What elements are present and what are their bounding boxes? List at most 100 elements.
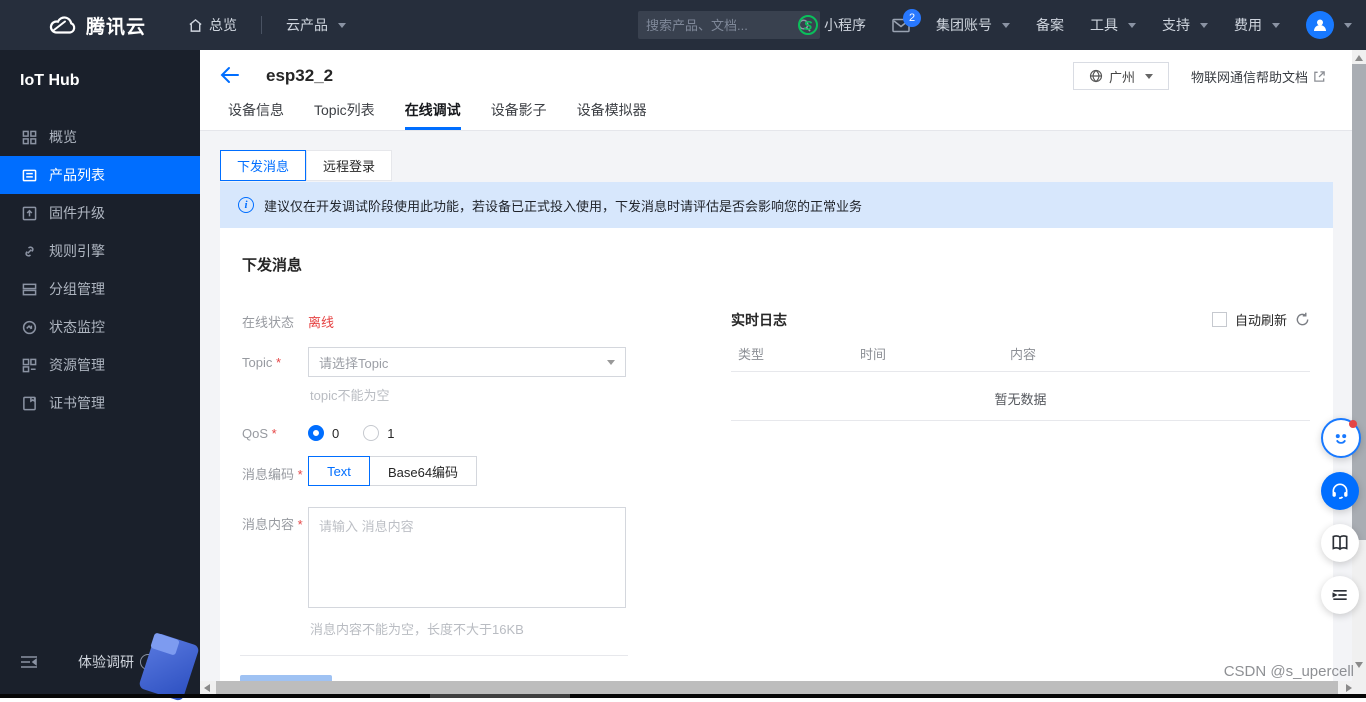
log-col-type: 类型 [738,347,765,362]
refresh-icon[interactable] [1295,312,1310,327]
tab-topic-list[interactable]: Topic列表 [314,96,375,130]
qos1-radio[interactable] [363,425,380,441]
content-area: 下发消息 远程登录 i 建议仅在开发调试阶段使用此功能，若设备已正式投入使用，下… [200,131,1352,698]
sidebar-item-rule-engine[interactable]: 规则引擎 [0,232,200,270]
sidebar-item-group-management[interactable]: 分组管理 [0,270,200,308]
scroll-up-arrow[interactable] [1355,55,1363,61]
bottom-bar [0,694,1366,698]
qos-label: QoS [242,426,277,441]
horizontal-scrollbar[interactable] [200,681,1366,695]
qos0-radio[interactable] [308,425,324,441]
encoding-text-button[interactable]: Text [308,456,370,486]
documentation-button[interactable] [1321,524,1359,562]
sidebar: IoT Hub 概览 产品列表 固件升级 规则引擎 分组管理 状态监控 资源管理 [0,50,200,702]
blocks-icon [22,358,37,372]
divider [261,16,263,34]
tencent-cloud-logo[interactable]: 腾讯云 [48,12,146,39]
message-content-hint: 消息内容不能为空，长度不大于16KB [310,622,524,637]
nav-billing[interactable]: 费用 [1234,15,1280,35]
nav-group-account[interactable]: 集团账号 [936,15,1010,35]
chevron-down-icon [1200,22,1208,28]
encoding-label: 消息编码 [242,464,303,483]
encoding-base64-button[interactable]: Base64编码 [369,456,477,486]
feedback-list-button[interactable] [1321,576,1359,614]
qos0-label: 0 [332,425,340,441]
sidebar-title: IoT Hub [20,72,80,89]
log-col-time: 时间 [860,347,887,362]
help-doc-link[interactable]: 物联网通信帮助文档 [1191,67,1326,86]
subtab-send-message[interactable]: 下发消息 [220,150,307,181]
headset-icon [1332,483,1348,499]
auto-refresh-label: 自动刷新 [1235,313,1288,328]
sidebar-item-certificate-management[interactable]: 证书管理 [0,384,200,422]
home-icon [188,18,203,33]
chevron-down-icon [607,359,615,365]
sidebar-item-product-list[interactable]: 产品列表 [0,156,200,194]
region-selector[interactable]: 广州 [1072,62,1169,90]
chevron-down-icon [1128,22,1136,28]
certificate-icon [23,396,36,410]
info-icon: i [238,197,254,213]
auto-refresh-checkbox[interactable] [1212,312,1227,327]
watermark: CSDN @s_upercell [1223,663,1354,680]
realtime-log-title: 实时日志 [731,312,787,328]
search-box[interactable] [638,11,820,39]
nav-account[interactable] [1306,11,1352,39]
nav-record[interactable]: 备案 [1036,15,1064,35]
nav-tools[interactable]: 工具 [1090,15,1136,35]
nav-support[interactable]: 支持 [1162,15,1208,35]
avatar [1306,11,1334,39]
back-icon[interactable] [220,66,240,84]
sidebar-item-resource-management[interactable]: 资源管理 [0,346,200,384]
device-title: esp32_2 [266,66,334,85]
divider [731,420,1310,421]
feedback-smiley-button[interactable] [1321,418,1361,458]
sidebar-item-overview[interactable]: 概览 [0,118,200,156]
scroll-down-arrow[interactable] [1355,662,1363,668]
mini-program-icon: S [798,15,818,35]
nav-overview[interactable]: 总览 [188,15,237,35]
horizontal-scrollbar-thumb[interactable] [216,681,1338,695]
notification-badge: 2 [903,8,921,27]
subtab-remote-login[interactable]: 远程登录 [306,150,393,181]
sidebar-item-firmware-upgrade[interactable]: 固件升级 [0,194,200,232]
globe-icon [1089,69,1103,83]
upload-icon [22,206,37,220]
tab-device-info[interactable]: 设备信息 [228,96,284,130]
tab-device-shadow[interactable]: 设备影子 [491,96,547,130]
brand-text: 腾讯云 [86,16,147,38]
scroll-left-arrow[interactable] [204,684,210,692]
list-menu-icon [1332,590,1347,600]
customer-service-button[interactable] [1321,472,1359,510]
book-icon [1332,535,1348,551]
monitor-icon [22,320,37,334]
chevron-down-icon [338,22,347,28]
topic-error-text: topic不能为空 [310,388,390,403]
divider [240,655,628,656]
message-content-input[interactable] [308,507,626,608]
main-area: esp32_2 广州 物联网通信帮助文档 设备信息 Topic列表 在线调试 设… [200,50,1352,698]
nav-cloud-products[interactable]: 云产品 [286,15,347,35]
online-status-label: 在线状态 [242,315,295,330]
tab-device-simulator[interactable]: 设备模拟器 [577,96,647,130]
scroll-right-arrow[interactable] [1346,684,1352,692]
nav-mini-program[interactable]: S 小程序 [798,15,866,35]
chevron-down-icon [1144,73,1153,79]
nav-messages[interactable]: 2 [892,8,921,33]
vertical-scrollbar-thumb[interactable] [1352,64,1366,540]
sidebar-item-status-monitor[interactable]: 状态监控 [0,308,200,346]
debug-panel: i 建议仅在开发调试阶段使用此功能，若设备已正式投入使用，下发消息时请评估是否会… [220,182,1333,682]
divider [731,371,1310,372]
bottom-bar-segment [430,694,570,698]
tab-online-debug[interactable]: 在线调试 [404,96,461,130]
topic-label: Topic [242,355,281,370]
link-icon [25,245,34,257]
topic-select[interactable]: 请选择Topic [308,347,626,377]
search-input[interactable] [646,17,797,33]
notification-dot [1349,420,1357,428]
collapse-sidebar-icon[interactable] [20,654,38,670]
page-header: esp32_2 广州 物联网通信帮助文档 设备信息 Topic列表 在线调试 设… [200,50,1352,131]
external-link-icon [1313,70,1326,83]
log-col-content: 内容 [1010,347,1037,362]
cloud-logo-icon [48,14,78,36]
